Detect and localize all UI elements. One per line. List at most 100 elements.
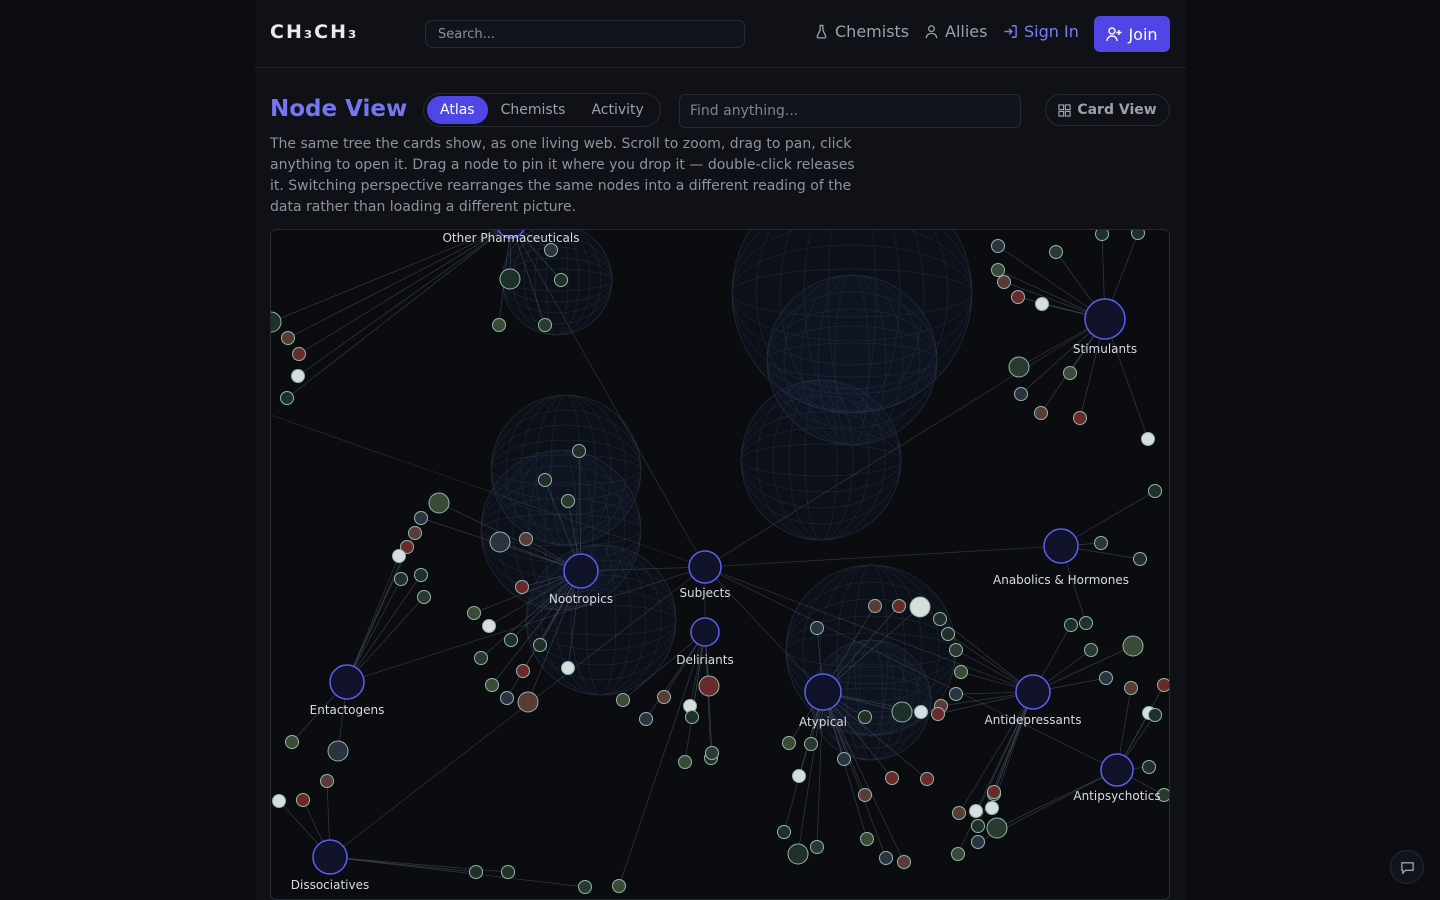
flask-icon (816, 24, 827, 39)
graph-edge (329, 566, 706, 858)
leaf-node (860, 832, 874, 846)
leaf-node (705, 746, 719, 760)
sign-in-icon (1004, 25, 1017, 38)
leaf-node (949, 687, 963, 701)
hub-node (804, 673, 842, 711)
graph-edge (297, 230, 504, 377)
leaf-node (517, 691, 539, 713)
graph-edge (286, 230, 504, 399)
leaf-node (492, 318, 506, 332)
leaf-node (954, 665, 968, 679)
hub-node (1100, 753, 1134, 787)
nav-chemists-label: Chemists (835, 22, 910, 41)
leaf-node (428, 492, 450, 514)
hub-label: Subjects (679, 586, 730, 600)
leaf-node (271, 311, 282, 333)
leaf-node (914, 705, 928, 719)
leaf-node (561, 661, 575, 675)
leaf-node (892, 599, 906, 613)
leaf-node (1073, 411, 1087, 425)
graph-edge (783, 691, 824, 833)
hub-label: Nootropics (549, 592, 613, 606)
nav-chemists-link[interactable]: Chemists (814, 22, 909, 41)
leaf-node (991, 239, 1005, 253)
leaf-node (885, 771, 899, 785)
leaf-node (969, 804, 983, 818)
graph-edge (346, 555, 400, 683)
top-navigation-bar: CH₃CH₃ Chemists Allies Sign In Join (255, 0, 1186, 68)
leaf-node (933, 612, 947, 626)
leaf-node (285, 735, 299, 749)
leaf-node (810, 621, 824, 635)
leaf-node (777, 825, 791, 839)
tab-activity[interactable]: Activity (578, 96, 656, 124)
hub-label: Other Pharmaceuticals (442, 231, 579, 245)
leaf-node (858, 710, 872, 724)
leaf-node (504, 633, 518, 647)
card-view-button[interactable]: Card View (1045, 94, 1170, 126)
tab-chemists[interactable]: Chemists (488, 96, 579, 124)
leaf-node (499, 268, 521, 290)
leaf-node (997, 275, 1011, 289)
leaf-node (639, 712, 653, 726)
leaf-node (469, 865, 483, 879)
leaf-node (474, 651, 488, 665)
sign-in-link[interactable]: Sign In (1003, 22, 1079, 41)
leaf-node (941, 627, 955, 641)
leaf-node (578, 880, 592, 894)
leaf-node (971, 819, 985, 833)
leaf-node (482, 619, 496, 633)
hub-nodes: Other Pharmaceuticals Stimulants Anabolics… (291, 230, 1161, 892)
leaf-node (991, 263, 1005, 277)
leaf-node (952, 806, 966, 820)
leaf-node (1131, 230, 1145, 240)
leaf-node (554, 273, 568, 287)
global-search-input[interactable] (425, 20, 745, 48)
hub-node (688, 550, 722, 584)
graph-edge (346, 546, 408, 683)
hub-label: Antidepressants (985, 713, 1082, 727)
leaf-node (971, 835, 985, 849)
hub-node (563, 553, 599, 589)
nav-allies-label: Allies (945, 22, 988, 41)
leaf-node (792, 769, 806, 783)
leaf-node (392, 549, 406, 563)
leaf-node (657, 690, 671, 704)
leaf-node (616, 693, 630, 707)
find-anything-input[interactable] (679, 94, 1021, 128)
node-graph-svg[interactable]: Other Pharmaceuticals Stimulants Anabolics… (271, 230, 1170, 900)
leaf-node (612, 879, 626, 893)
hub-label: Atypical (799, 715, 847, 729)
leaf-node (1133, 552, 1147, 566)
leaf-node (1141, 432, 1155, 446)
chat-button[interactable] (1390, 850, 1424, 884)
nav-allies-link[interactable]: Allies (924, 22, 987, 41)
leaf-node (519, 532, 533, 546)
leaf-node (561, 494, 575, 508)
leaf-node (272, 794, 286, 808)
leaf-node (1094, 536, 1108, 550)
leaf-node (408, 526, 422, 540)
perspective-tabs: Atlas Chemists Activity (423, 93, 661, 127)
leaf-node (1011, 290, 1025, 304)
hub-label: Antipsychotics (1073, 789, 1160, 803)
leaf-node (292, 347, 306, 361)
leaf-node (1142, 760, 1156, 774)
site-logo[interactable]: CH₃CH₃ (270, 21, 358, 43)
join-button[interactable]: Join (1094, 16, 1170, 52)
hub-label: Entactogens (310, 703, 385, 717)
graph-edge (287, 230, 501, 339)
leaf-node (533, 638, 547, 652)
node-graph-canvas[interactable]: Other Pharmaceuticals Stimulants Anabolics… (270, 229, 1170, 900)
leaf-node (804, 737, 818, 751)
hub-node (329, 664, 365, 700)
leaf-node (538, 318, 552, 332)
grid-icon (1058, 103, 1072, 117)
leaf-node (544, 243, 558, 257)
leaf-node (1148, 708, 1162, 722)
leaf-node (1064, 618, 1078, 632)
sign-in-label: Sign In (1024, 22, 1079, 41)
leaf-node (467, 606, 481, 620)
hub-label: Anabolics & Hormones (993, 573, 1129, 587)
tab-atlas[interactable]: Atlas (427, 96, 488, 124)
